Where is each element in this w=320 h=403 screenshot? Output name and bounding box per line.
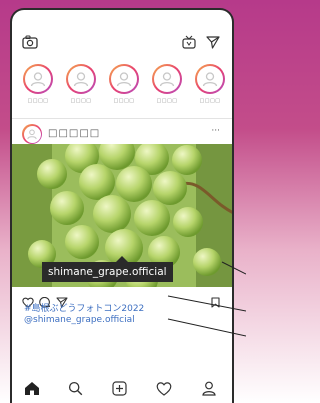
hashtag-link[interactable]: #島根ぶどうフォトコン2022 [24, 301, 144, 314]
story-item[interactable]: □□□□ [105, 64, 143, 104]
story-label: □□□□ [70, 98, 92, 104]
top-bar [12, 10, 232, 62]
tab-bar [12, 375, 232, 403]
story-item[interactable]: □□□□ [191, 64, 229, 104]
camera-icon[interactable] [22, 34, 38, 53]
profile-icon[interactable] [202, 381, 216, 400]
more-options-icon[interactable]: ··· [211, 126, 220, 136]
new-post-icon[interactable] [112, 381, 127, 400]
send-icon[interactable] [206, 34, 220, 53]
home-icon[interactable] [24, 381, 40, 400]
search-icon[interactable] [68, 381, 83, 400]
story-ring [152, 64, 182, 94]
activity-icon[interactable] [156, 381, 172, 400]
avatar-icon [27, 129, 37, 140]
avatar[interactable] [22, 124, 42, 144]
story-ring [66, 64, 96, 94]
mention-link[interactable]: @shimane_grape.official [24, 315, 135, 325]
avatar-icon [73, 72, 89, 87]
story-label: □□□□ [156, 98, 178, 104]
avatar-icon [116, 72, 132, 87]
phone-frame: □□□□ □□□□ □□□□ □□□□ □□□□ □□□□□ ··· shima… [10, 8, 234, 403]
story-item[interactable]: □□□□ [62, 64, 100, 104]
avatar-icon [159, 72, 175, 87]
story-item[interactable]: □□□□ [19, 64, 57, 104]
story-label: □□□□ [199, 98, 221, 104]
post-photo[interactable]: shimane_grape.official [12, 144, 232, 287]
story-ring [23, 64, 53, 94]
igtv-icon[interactable] [182, 34, 196, 53]
post-username[interactable]: □□□□□ [48, 128, 100, 139]
divider [12, 118, 232, 119]
story-label: □□□□ [113, 98, 135, 104]
stories-row: □□□□ □□□□ □□□□ □□□□ □□□□ [12, 64, 232, 120]
story-item[interactable]: □□□□ [148, 64, 186, 104]
avatar-icon [202, 72, 218, 87]
story-label: □□□□ [27, 98, 49, 104]
account-tag[interactable]: shimane_grape.official [42, 262, 173, 282]
bookmark-icon[interactable] [211, 293, 220, 312]
story-ring [109, 64, 139, 94]
avatar-icon [30, 72, 46, 87]
story-ring [195, 64, 225, 94]
